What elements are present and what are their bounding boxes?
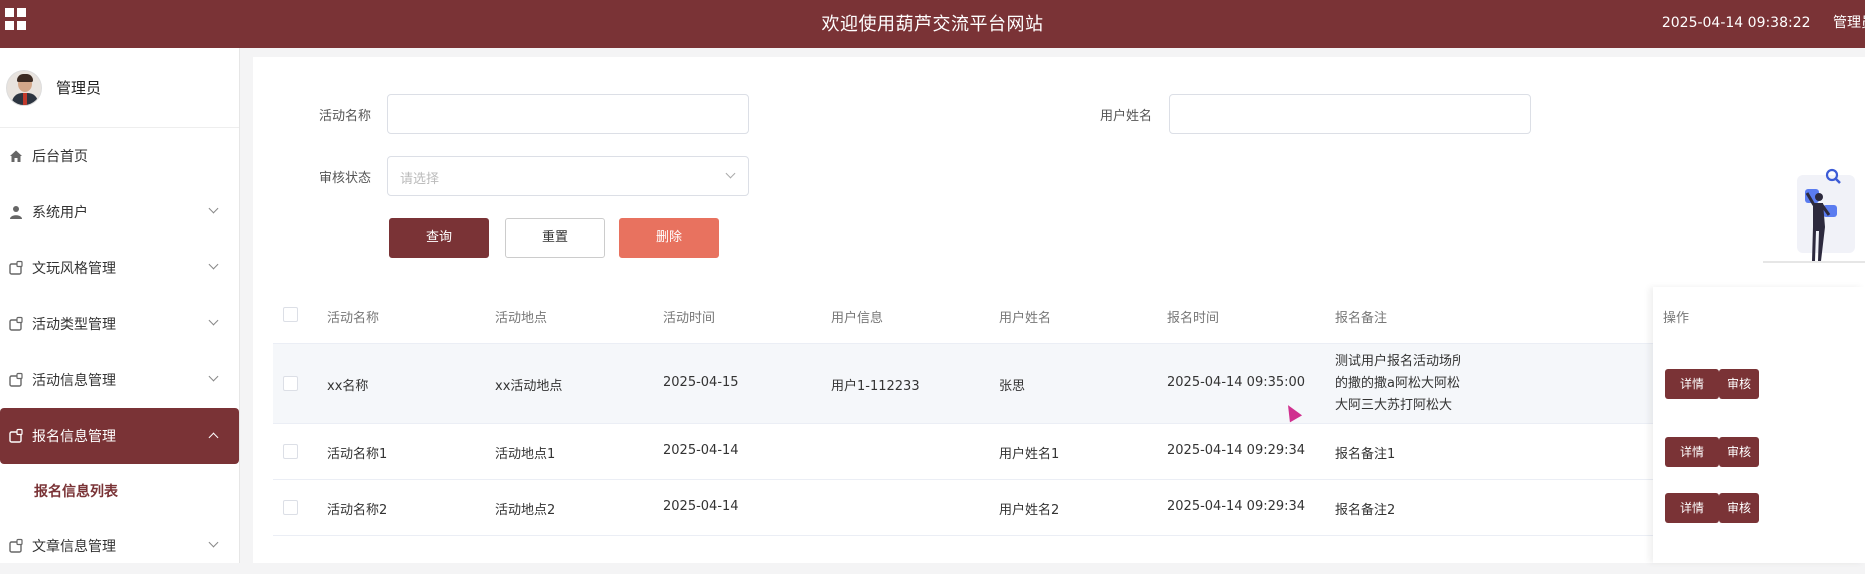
audit-status-placeholder: 请选择 [400,172,440,187]
site-title: 欢迎使用葫芦交流平台网站 [821,14,1044,35]
cell-activity-name: xx名称 [327,379,369,394]
cell-signup-time: 2025-04-14 09:35:00 [1167,375,1306,390]
cell-user-info: 用户1-112233 [831,379,920,394]
sidebar-item-signup-mgmt[interactable]: 报名信息管理 [0,408,239,464]
remark-line: 测试用户报名活动场所 [1335,354,1460,369]
sidebar-item-style-mgmt[interactable]: 文玩风格管理 [0,240,239,296]
cell-activity-name: 活动名称2 [327,503,388,518]
main-content: 活动名称 用户姓名 审核状态 请选择 查询 重置 删除 活动名称 活动地点 活动… [253,57,1865,563]
user-icon [10,206,22,219]
row-checkbox[interactable] [283,376,298,391]
sidebar-item-label: 文玩风格管理 [32,261,116,277]
sidebar-item-activity-info-mgmt[interactable]: 活动信息管理 [0,352,239,408]
column-header: 活动地点 [495,311,548,326]
column-header: 操作 [1663,311,1690,326]
cell-user-name: 用户姓名2 [999,503,1060,518]
chevron-up-icon [208,432,219,443]
user-name-input[interactable] [1169,94,1531,134]
sidebar-item-label: 系统用户 [32,205,88,221]
cell-activity-place: 活动地点1 [495,447,556,462]
activity-name-input[interactable] [387,94,749,134]
table-header: 活动名称 活动地点 活动时间 用户信息 用户姓名 报名时间 报名备注 [273,287,1865,344]
cell-activity-time: 2025-04-14 [663,443,739,458]
module-icon [9,316,23,331]
chevron-down-icon [725,168,736,179]
chevron-down-icon [208,203,219,214]
top-bar: 欢迎使用葫芦交流平台网站 2025-04-14 09:38:22 管理员 [0,0,1865,48]
column-header: 用户姓名 [999,311,1052,326]
audit-button[interactable]: 审核 [1719,369,1759,399]
detail-button[interactable]: 详情 [1665,493,1719,523]
cell-activity-time: 2025-04-14 [663,499,739,514]
sidebar-item-system-users[interactable]: 系统用户 [0,184,239,240]
column-header: 用户信息 [831,311,884,326]
detail-button[interactable]: 详情 [1665,437,1719,467]
sidebar-item-article-mgmt[interactable]: 文章信息管理 [0,518,239,574]
sidebar-item-label: 文章信息管理 [32,539,116,555]
audit-button[interactable]: 审核 [1719,493,1759,523]
cell-activity-place: 活动地点2 [495,503,556,518]
sidebar-item-label: 活动信息管理 [32,373,116,389]
remark-line: 大阿三大苏打阿松大 [1335,398,1453,413]
cell-user-name: 用户姓名1 [999,447,1060,462]
module-icon [9,428,23,443]
sidebar-item-label: 报名信息管理 [32,429,116,445]
delete-button[interactable]: 删除 [619,218,719,258]
sidebar: 管理员 后台首页 系统用户 文玩风格管理 活动类型管理 活动信息管理 报名信息管… [0,48,240,563]
table-row: 活动名称1 活动地点1 2025-04-14 用户姓名1 2025-04-14 … [273,424,1865,480]
column-header: 报名备注 [1335,311,1388,326]
user-name-label: 用户姓名 [1100,109,1153,124]
signup-table: 活动名称 活动地点 活动时间 用户信息 用户姓名 报名时间 报名备注 xx名称 … [273,287,1865,536]
header-user[interactable]: 管理员 [1833,15,1865,31]
chevron-down-icon [208,537,219,548]
query-button[interactable]: 查询 [389,218,489,258]
activity-name-label: 活动名称 [319,109,372,124]
sidebar-user: 管理员 [0,48,239,128]
cell-remark: 报名备注1 [1335,447,1396,462]
chevron-down-icon [208,371,219,382]
header-right: 2025-04-14 09:38:22 管理员 [1644,12,1865,32]
avatar [6,69,42,106]
audit-status-select[interactable]: 请选择 [387,156,749,196]
sidebar-item-label: 后台首页 [32,149,88,165]
sidebar-item-home[interactable]: 后台首页 [0,128,239,184]
column-header: 报名时间 [1167,311,1220,326]
home-icon [10,150,22,162]
row-checkbox[interactable] [283,500,298,515]
audit-button[interactable]: 审核 [1719,437,1759,467]
remark-line: 的撒的撒a阿松大阿松 [1335,376,1460,391]
cell-activity-time: 2025-04-15 [663,375,739,390]
cell-signup-time: 2025-04-14 09:29:34 [1167,499,1306,514]
cell-remark: 报名备注2 [1335,503,1396,518]
reset-button[interactable]: 重置 [505,218,605,258]
sidebar-item-activity-type-mgmt[interactable]: 活动类型管理 [0,296,239,352]
column-header: 活动时间 [663,311,716,326]
cell-remark: 测试用户报名活动场所 的撒的撒a阿松大阿松 大阿三大苏打阿松大 [1335,351,1460,417]
audit-status-label: 审核状态 [319,171,372,186]
operation-column: 操作 详情 审核 详情 审核 详情 审核 [1653,287,1865,563]
cell-signup-time: 2025-04-14 09:29:34 [1167,443,1306,458]
detail-button[interactable]: 详情 [1665,369,1719,399]
table-row: xx名称 xx活动地点 2025-04-15 用户1-112233 张思 202… [273,344,1865,424]
row-checkbox[interactable] [283,444,298,459]
select-all-checkbox[interactable] [283,307,298,322]
module-icon [9,372,23,387]
cell-activity-place: xx活动地点 [495,379,563,394]
cell-activity-name: 活动名称1 [327,447,388,462]
module-icon [9,538,23,553]
chevron-down-icon [208,315,219,326]
sidebar-subitem-signup-list[interactable]: 报名信息列表 [0,464,239,518]
sidebar-username: 管理员 [56,79,102,97]
table-row: 活动名称2 活动地点2 2025-04-14 用户姓名2 2025-04-14 … [273,480,1865,536]
header-datetime: 2025-04-14 09:38:22 [1661,15,1811,31]
column-header: 活动名称 [327,311,380,326]
search-person-illustration [1763,168,1865,263]
cell-user-name: 张思 [999,379,1026,394]
sidebar-item-label: 活动类型管理 [32,317,116,333]
module-icon [9,260,23,275]
chevron-down-icon [208,259,219,270]
